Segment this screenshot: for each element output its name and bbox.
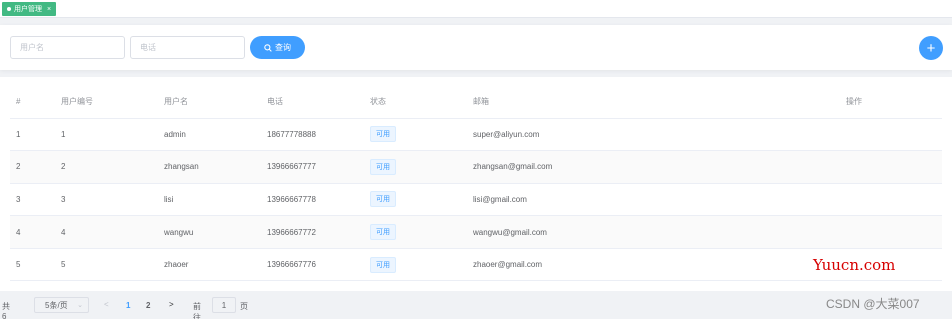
cell-user-id: 2 (55, 150, 158, 184)
status-badge: 可用 (370, 224, 396, 241)
col-header-user-id: 用户编号 (55, 85, 158, 119)
tab-bar: 用户管理 × (0, 0, 952, 18)
cell-phone: 18677778888 (261, 118, 364, 152)
search-icon (264, 43, 272, 52)
cell-username: wangwu (158, 215, 261, 249)
page-jump-input[interactable]: 1 (212, 297, 236, 313)
cell-index: 3 (10, 183, 55, 217)
cell-username: admin (158, 118, 261, 152)
query-label: 查询 (275, 43, 291, 52)
cell-email: wangwu@gmail.com (467, 215, 840, 249)
cell-actions (840, 183, 942, 217)
table-row[interactable]: 3 3 lisi 13966667778 可用 lisi@gmail.com (10, 183, 942, 217)
tab-user-management[interactable]: 用户管理 × (2, 2, 57, 16)
status-badge: 可用 (370, 126, 396, 143)
cell-user-id: 1 (55, 118, 158, 152)
status-badge: 可用 (370, 158, 396, 175)
table-header-row: # 用户编号 用户名 电话 状态 邮箱 操作 (10, 85, 942, 119)
cell-index: 5 (10, 248, 55, 282)
table-row[interactable]: 2 2 zhangsan 13966667777 可用 zhangsan@gma… (10, 150, 942, 184)
cell-user-id: 4 (55, 215, 158, 249)
cell-status: 可用 (364, 150, 467, 184)
status-badge: 可用 (370, 191, 396, 208)
page-1-button[interactable]: 1 (126, 301, 130, 310)
cell-user-id: 5 (55, 248, 158, 282)
col-header-phone: 电话 (261, 85, 364, 119)
cell-phone: 13966667777 (261, 150, 364, 184)
col-header-index: # (10, 85, 55, 119)
query-button[interactable]: 查询 (250, 36, 305, 59)
cell-email: lisi@gmail.com (467, 183, 840, 217)
phone-placeholder: 电话 (140, 43, 156, 52)
site-watermark: Yuucn.com (813, 256, 896, 274)
prev-page-button[interactable]: < (104, 300, 109, 309)
page-size-value: 5条/页 (45, 300, 68, 310)
plus-icon: + (926, 39, 936, 57)
col-header-username: 用户名 (158, 85, 261, 119)
cell-username: lisi (158, 183, 261, 217)
tab-label: 用户管理 (14, 6, 42, 13)
cell-phone: 13966667778 (261, 183, 364, 217)
cell-username: zhangsan (158, 150, 261, 184)
chevron-down-icon: ⌄ (77, 302, 83, 309)
phone-input[interactable]: 电话 (130, 36, 245, 59)
cell-actions (840, 150, 942, 184)
cell-status: 可用 (364, 183, 467, 217)
cell-username: zhaoer (158, 248, 261, 282)
col-header-status: 状态 (364, 85, 467, 119)
table-row[interactable]: 5 5 zhaoer 13966667776 可用 zhaoer@gmail.c… (10, 248, 942, 282)
col-header-email: 邮箱 (467, 85, 840, 119)
cell-actions (840, 118, 942, 152)
cell-email: zhangsan@gmail.com (467, 150, 840, 184)
close-icon[interactable]: × (47, 6, 51, 13)
active-dot-icon (7, 7, 11, 11)
table-row[interactable]: 4 4 wangwu 13966667772 可用 wangwu@gmail.c… (10, 215, 942, 249)
cell-index: 1 (10, 118, 55, 152)
page-size-select[interactable]: 5条/页 ⌄ (34, 297, 89, 313)
username-input[interactable]: 用户名 (10, 36, 125, 59)
cell-status: 可用 (364, 118, 467, 152)
cell-email: zhaoer@gmail.com (467, 248, 840, 282)
cell-index: 2 (10, 150, 55, 184)
add-user-button[interactable]: + (919, 36, 943, 60)
status-badge: 可用 (370, 256, 396, 273)
goto-label: 前往 (193, 302, 201, 319)
csdn-watermark: CSDN @大菜007 (826, 297, 920, 311)
cell-status: 可用 (364, 248, 467, 282)
cell-email: super@aliyun.com (467, 118, 840, 152)
user-table-card: # 用户编号 用户名 电话 状态 邮箱 操作 1 1 admin 1867777… (0, 77, 952, 291)
cell-index: 4 (10, 215, 55, 249)
col-header-actions: 操作 (840, 85, 942, 119)
username-placeholder: 用户名 (20, 43, 44, 52)
cell-phone: 13966667772 (261, 215, 364, 249)
table-row[interactable]: 1 1 admin 18677778888 可用 super@aliyun.co… (10, 118, 942, 152)
total-count: 共 6 条 (2, 302, 10, 319)
search-panel: 用户名 电话 查询 (0, 25, 952, 70)
user-table: # 用户编号 用户名 电话 状态 邮箱 操作 1 1 admin 1867777… (10, 85, 942, 282)
cell-actions (840, 215, 942, 249)
page-2-button[interactable]: 2 (146, 301, 150, 310)
page-jump-value: 1 (221, 300, 227, 310)
cell-user-id: 3 (55, 183, 158, 217)
next-page-button[interactable]: > (169, 300, 174, 309)
cell-status: 可用 (364, 215, 467, 249)
cell-phone: 13966667776 (261, 248, 364, 282)
page-suffix-label: 页 (240, 302, 248, 311)
